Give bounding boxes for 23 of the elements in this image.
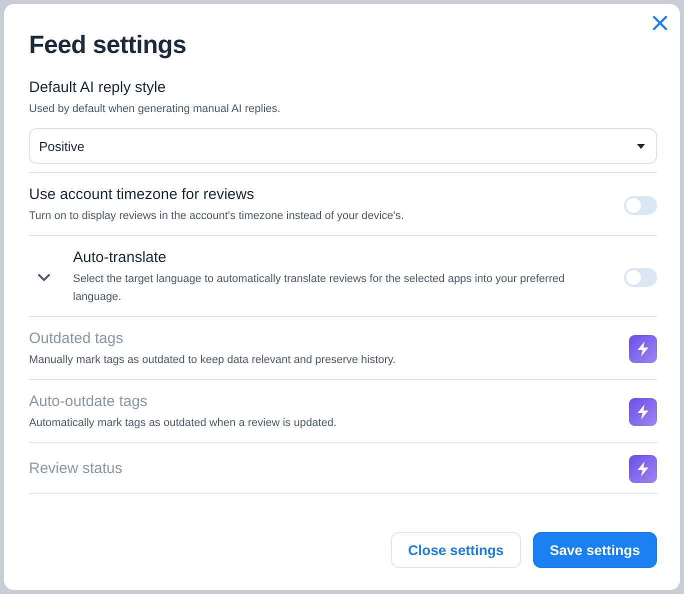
- toggle-switch[interactable]: [624, 268, 657, 286]
- setting-title: Review status: [29, 459, 124, 479]
- setting-description: Used by default when generating manual AI replies.: [29, 102, 282, 117]
- save-button[interactable]: Save settings: [532, 532, 657, 568]
- setting-description: Manually mark tags as outdated to keep data relevant and preserve history.: [29, 353, 397, 368]
- setting-title: Auto-translate: [73, 248, 168, 268]
- setting-title: Use account timezone for reviews: [29, 185, 256, 205]
- setting-description: Automatically mark tags as outdated when a review is updated.: [29, 416, 338, 431]
- setting-title: Outdated tags: [29, 329, 124, 349]
- close-icon[interactable]: [652, 15, 668, 31]
- toggle-switch[interactable]: [624, 196, 657, 214]
- setting-description: Select the target language to automatically translate reviews for the selected apps into your preferred language.: [73, 272, 566, 305]
- reply-style-dropdown[interactable]: Positive: [29, 128, 657, 164]
- lightning-icon[interactable]: [629, 335, 657, 363]
- chevron-icon[interactable]: [37, 272, 51, 282]
- setting-title: Default AI reply style: [29, 78, 167, 98]
- setting-description: Turn on to display reviews in the account's timezone instead of your device's.: [29, 209, 405, 224]
- setting-title: Auto-outdate tags: [29, 392, 148, 412]
- close-button[interactable]: Close settings: [391, 532, 521, 568]
- caret-icon: [637, 144, 645, 148]
- lightning-icon[interactable]: [629, 398, 657, 426]
- dialog-title: Feed settings: [29, 30, 188, 60]
- lightning-icon[interactable]: [629, 455, 657, 483]
